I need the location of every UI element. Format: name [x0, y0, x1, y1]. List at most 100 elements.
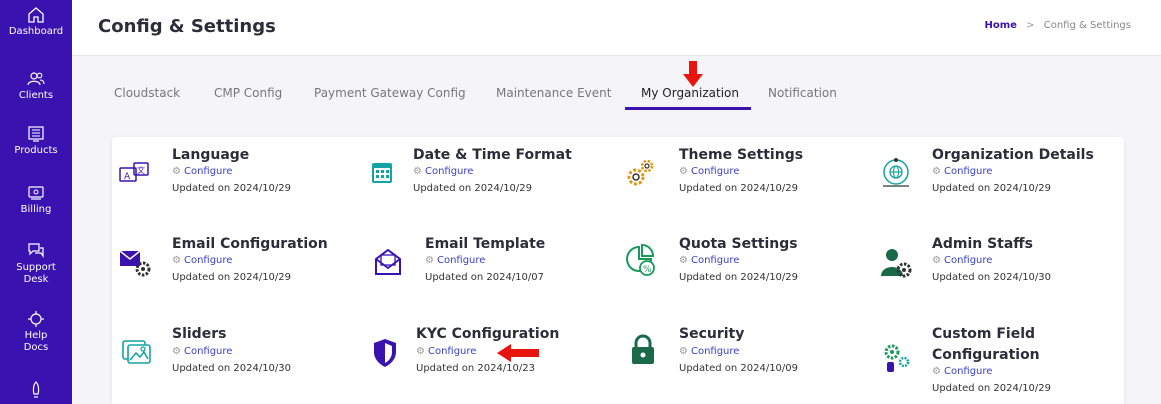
- language-icon: A 文: [119, 162, 149, 182]
- gear-icon: ⚙: [679, 166, 688, 177]
- updated-date: Updated on 2024/10/29: [172, 183, 292, 194]
- settings-card: A 文 Language ⚙ Configure Updated on 2024/…: [112, 137, 1124, 404]
- setting-title: Email Template: [425, 236, 546, 252]
- tab-maintenance-event[interactable]: Maintenance Event: [496, 86, 611, 100]
- configure-link[interactable]: ⚙ Configure: [679, 255, 739, 266]
- gear-icon: ⚙: [172, 346, 181, 357]
- configure-label: Configure: [943, 166, 993, 177]
- email-config-icon: [119, 250, 151, 277]
- configure-link[interactable]: ⚙ Configure: [679, 346, 739, 357]
- breadcrumb-separator: >: [1026, 20, 1035, 31]
- setting-title-line2: Configuration: [932, 347, 1040, 363]
- header: Config & Settings Home > Config & Settin…: [72, 0, 1161, 56]
- sidebar-item-label: Dashboard: [8, 26, 64, 37]
- gear-icon: ⚙: [679, 346, 688, 357]
- breadcrumb-home-link[interactable]: Home: [985, 20, 1017, 31]
- configure-link[interactable]: ⚙ Configure: [416, 346, 476, 357]
- setting-title: Theme Settings: [679, 147, 804, 163]
- breadcrumb-current: Config & Settings: [1043, 20, 1131, 31]
- setting-title: Organization Details: [932, 147, 1094, 163]
- configure-link[interactable]: ⚙ Configure: [425, 255, 485, 266]
- setting-title: Date & Time Format: [413, 147, 572, 163]
- configure-label: Configure: [690, 346, 740, 357]
- sidebar-item-rocket[interactable]: [0, 381, 72, 401]
- sidebar-item-support-desk[interactable]: Support Desk: [0, 242, 72, 286]
- chat-icon: [28, 243, 44, 258]
- users-icon: [27, 72, 45, 86]
- setting-title: Security: [679, 326, 745, 342]
- annotation-arrow-left-icon: [497, 344, 539, 362]
- updated-date: Updated on 2024/10/29: [172, 272, 292, 283]
- configure-link[interactable]: ⚙ Configure: [932, 166, 992, 177]
- tab-cloudstack[interactable]: Cloudstack: [114, 86, 180, 100]
- gear-icon: ⚙: [932, 166, 941, 177]
- sidebar-item-label: Billing: [20, 204, 52, 215]
- setting-title: Quota Settings: [679, 236, 798, 252]
- help-icon: [28, 311, 44, 327]
- sidebar-item-label: Products: [14, 145, 58, 156]
- gear-icon: ⚙: [416, 346, 425, 357]
- admin-icon: [881, 249, 912, 278]
- configure-link[interactable]: ⚙ Configure: [932, 366, 992, 377]
- configure-label: Configure: [183, 166, 233, 177]
- configure-link[interactable]: ⚙ Configure: [172, 166, 232, 177]
- sliders-icon: [122, 340, 151, 364]
- setting-title: Email Configuration: [172, 236, 328, 252]
- updated-date: Updated on 2024/10/29: [932, 183, 1052, 194]
- setting-title: Sliders: [172, 326, 227, 342]
- sidebar-item-clients[interactable]: Clients: [0, 70, 72, 102]
- configure-label: Configure: [690, 166, 740, 177]
- sidebar: Dashboard Clients Products Billing Suppo…: [0, 0, 72, 404]
- shield-icon: [374, 339, 396, 367]
- updated-date: Updated on 2024/10/29: [679, 183, 799, 194]
- configure-link[interactable]: ⚙ Configure: [172, 255, 232, 266]
- updated-date: Updated on 2024/10/29: [413, 183, 533, 194]
- configure-link[interactable]: ⚙ Configure: [413, 166, 473, 177]
- updated-date: Updated on 2024/10/29: [679, 272, 799, 283]
- updated-date: Updated on 2024/10/07: [425, 272, 545, 283]
- lock-icon: [632, 334, 654, 364]
- sidebar-item-billing[interactable]: Billing: [0, 184, 72, 216]
- svg-text:A: A: [124, 172, 131, 182]
- svg-text:%: %: [643, 265, 652, 275]
- sidebar-item-help-docs[interactable]: Help Docs: [0, 310, 72, 354]
- rocket-icon: [32, 381, 40, 398]
- configure-label: Configure: [183, 346, 233, 357]
- svg-text:文: 文: [137, 165, 145, 175]
- sidebar-item-products[interactable]: Products: [0, 125, 72, 157]
- tab-payment-gateway-config[interactable]: Payment Gateway Config: [314, 86, 466, 100]
- sidebar-item-label: Support Desk: [16, 262, 56, 285]
- gear-icon: ⚙: [932, 255, 941, 266]
- configure-link[interactable]: ⚙ Configure: [932, 255, 992, 266]
- tab-my-organization[interactable]: My Organization: [641, 86, 739, 100]
- setting-title: KYC Configuration: [416, 326, 560, 342]
- calendar-icon: [372, 163, 392, 183]
- configure-label: Configure: [943, 255, 993, 266]
- updated-date: Updated on 2024/10/29: [932, 383, 1052, 394]
- updated-date: Updated on 2024/10/30: [172, 363, 292, 374]
- email-template-icon: [375, 248, 401, 275]
- configure-label: Configure: [943, 366, 993, 377]
- configure-link[interactable]: ⚙ Configure: [172, 346, 232, 357]
- quota-icon: %: [626, 244, 655, 276]
- gear-icon: ⚙: [413, 166, 422, 177]
- configure-label: Configure: [690, 255, 740, 266]
- updated-date: Updated on 2024/10/09: [679, 363, 799, 374]
- gear-icon: ⚙: [425, 255, 434, 266]
- server-icon: [28, 126, 44, 142]
- setting-title: Language: [172, 147, 250, 163]
- gear-icon: ⚙: [172, 166, 181, 177]
- tab-notification[interactable]: Notification: [768, 86, 837, 100]
- page-title: Config & Settings: [98, 16, 276, 37]
- configure-link[interactable]: ⚙ Configure: [679, 166, 739, 177]
- globe-icon: [883, 158, 909, 187]
- breadcrumb: Home > Config & Settings: [985, 20, 1131, 31]
- configure-label: Configure: [436, 255, 486, 266]
- gears-icon: [627, 159, 654, 186]
- sidebar-item-label: Clients: [18, 90, 54, 101]
- tab-cmp-config[interactable]: CMP Config: [214, 86, 282, 100]
- updated-date: Updated on 2024/10/30: [932, 272, 1052, 283]
- custom-field-icon: [884, 344, 910, 372]
- sidebar-item-dashboard[interactable]: Dashboard: [0, 6, 72, 38]
- setting-title: Custom Field: [932, 326, 1036, 342]
